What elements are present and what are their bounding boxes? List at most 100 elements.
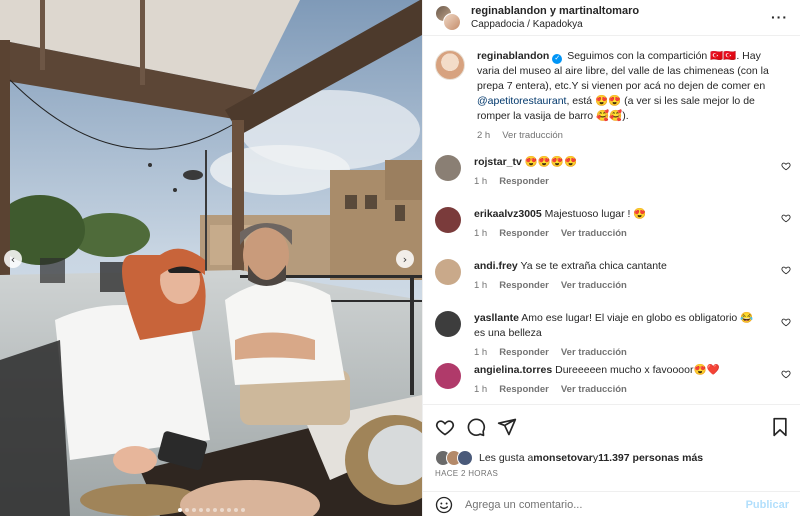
post-authors[interactable]: reginablandon y martinaltomaro	[471, 5, 639, 18]
caption-text-part: Seguimos con la compartición	[567, 50, 711, 62]
photo-scene	[0, 0, 422, 516]
likes-prefix: Les gusta a	[479, 452, 534, 464]
emoji: 😍😍	[595, 95, 622, 107]
previous-image-button[interactable]: ‹	[4, 250, 22, 268]
caption-text-part: , está	[566, 95, 596, 107]
post-actions: Les gusta a monsetovar y 11.397 personas…	[423, 404, 800, 516]
avatar[interactable]	[435, 155, 461, 181]
carousel-dot	[219, 508, 224, 512]
reply-link[interactable]: Responder	[499, 347, 549, 358]
emoji-picker-icon[interactable]	[435, 496, 453, 514]
caption-text: reginablandon ✓ Seguimos con la comparti…	[477, 49, 777, 124]
comment-text-block: rojstar_tv 😍😍😍😍	[474, 155, 764, 170]
comment-meta: 1 h Responder Ver traducción	[474, 280, 764, 291]
comment-username[interactable]: angielina.torres	[474, 364, 552, 376]
post-location[interactable]: Cappadocia / Kapadokya	[471, 19, 639, 31]
comment-text-block: yasllante Amo ese lugar! El viaje en glo…	[474, 311, 764, 341]
comment-username[interactable]: rojstar_tv	[474, 156, 522, 168]
carousel-dot	[177, 508, 182, 512]
comment-like-heart-icon[interactable]	[781, 265, 791, 275]
emoji: 🥰🥰	[596, 110, 623, 122]
comment-time: 1 h	[474, 176, 488, 187]
liker-username[interactable]: monsetovar	[533, 452, 593, 464]
mention-link[interactable]: @apetitorestaurant	[477, 95, 566, 107]
post-detail-panel: reginablandon y martinaltomaro Cappadoci…	[422, 0, 800, 516]
save-bookmark-icon[interactable]	[771, 417, 789, 437]
publish-button[interactable]: Publicar	[746, 499, 789, 511]
comment-bubble-icon[interactable]	[466, 417, 486, 437]
comment-meta: 1 h Responder Ver traducción	[474, 384, 764, 395]
caption-time: 2 h	[477, 130, 491, 141]
avatar[interactable]	[443, 12, 461, 31]
avatar[interactable]	[435, 207, 461, 233]
avatar[interactable]	[435, 50, 465, 80]
comments-section[interactable]: reginablandon ✓ Seguimos con la comparti…	[423, 37, 800, 403]
avatar[interactable]	[435, 363, 461, 389]
carousel-dot	[226, 508, 231, 512]
caption-username[interactable]: reginablandon	[477, 50, 549, 62]
see-translation-link[interactable]: Ver traducción	[561, 228, 627, 239]
carousel-dot	[212, 508, 217, 512]
like-heart-icon[interactable]	[435, 417, 455, 437]
carousel-indicator	[0, 508, 422, 512]
carousel-dot	[205, 508, 210, 512]
action-icons	[435, 417, 789, 439]
comment-text: Majestuoso lugar ! 😍	[544, 208, 647, 220]
carousel-dot	[184, 508, 189, 512]
comment-item: erikaalvz3005 Majestuoso lugar ! 😍 1 h Res…	[423, 207, 800, 259]
post-header: reginablandon y martinaltomaro Cappadoci…	[423, 0, 800, 36]
carousel-dot	[198, 508, 203, 512]
comment-meta: 1 h Responder	[474, 176, 764, 187]
comment-list: rojstar_tv 😍😍😍😍 1 h Responder erikaalvz3005…	[423, 155, 800, 403]
caption-text-part: ).	[622, 110, 629, 122]
add-comment-bar: Publicar	[423, 491, 800, 516]
comment-item: rojstar_tv 😍😍😍😍 1 h Responder	[423, 155, 800, 207]
comment-input[interactable]	[465, 498, 746, 511]
reply-link[interactable]: Responder	[499, 384, 549, 395]
comment-time: 1 h	[474, 280, 488, 291]
reply-link[interactable]: Responder	[499, 280, 549, 291]
comment-text-block: erikaalvz3005 Majestuoso lugar ! 😍	[474, 207, 764, 222]
carousel-dot	[191, 508, 196, 512]
comment-meta: 1 h Responder Ver traducción	[474, 228, 764, 239]
reply-link[interactable]: Responder	[499, 176, 549, 187]
post-image[interactable]: ‹ ›	[0, 0, 422, 516]
comment-username[interactable]: erikaalvz3005	[474, 208, 542, 220]
next-image-button[interactable]: ›	[396, 250, 414, 268]
likes-count[interactable]: 11.397 personas más	[598, 452, 703, 464]
comment-like-heart-icon[interactable]	[781, 317, 791, 327]
post-timestamp[interactable]: HACE 2 HORAS	[435, 469, 498, 478]
see-translation-link[interactable]: Ver traducción	[561, 347, 627, 358]
comment-meta: 1 h Responder Ver traducción	[474, 347, 764, 358]
liker-avatars	[435, 450, 473, 466]
collab-avatars[interactable]	[435, 4, 461, 31]
flag-emoji: 🇹🇷🇹🇷	[710, 50, 737, 62]
avatar[interactable]	[435, 311, 461, 337]
comment-text: Ya se te extraña chica cantante	[520, 260, 667, 272]
comment-text-block: andi.frey Ya se te extraña chica cantant…	[474, 259, 764, 274]
likes-summary: Les gusta a monsetovar y 11.397 personas…	[435, 450, 703, 466]
comment-time: 1 h	[474, 384, 488, 395]
comment-username[interactable]: andi.frey	[474, 260, 518, 272]
more-options-icon[interactable]: ···	[771, 9, 788, 25]
reply-link[interactable]: Responder	[499, 228, 549, 239]
comment-like-heart-icon[interactable]	[781, 213, 791, 223]
comment-text-block: angielina.torres Dureeeeen mucho x favoo…	[474, 363, 764, 378]
comment-item: angielina.torres Dureeeeen mucho x favoo…	[423, 363, 800, 403]
comment-like-heart-icon[interactable]	[781, 161, 791, 171]
share-send-icon[interactable]	[497, 417, 517, 437]
comment-time: 1 h	[474, 228, 488, 239]
comment-like-heart-icon[interactable]	[781, 369, 791, 379]
comment-time: 1 h	[474, 347, 488, 358]
avatar[interactable]	[435, 259, 461, 285]
post-caption: reginablandon ✓ Seguimos con la comparti…	[423, 37, 800, 141]
see-translation-link[interactable]: Ver traducción	[561, 384, 627, 395]
avatar	[457, 450, 473, 466]
comment-text: 😍😍😍😍	[524, 156, 578, 168]
comment-item: yasllante Amo ese lugar! El viaje en glo…	[423, 311, 800, 363]
comment-username[interactable]: yasllante	[474, 312, 519, 324]
verified-badge-icon: ✓	[552, 54, 563, 64]
comment-item: andi.frey Ya se te extraña chica cantant…	[423, 259, 800, 311]
see-translation-link[interactable]: Ver traducción	[502, 130, 563, 141]
see-translation-link[interactable]: Ver traducción	[561, 280, 627, 291]
